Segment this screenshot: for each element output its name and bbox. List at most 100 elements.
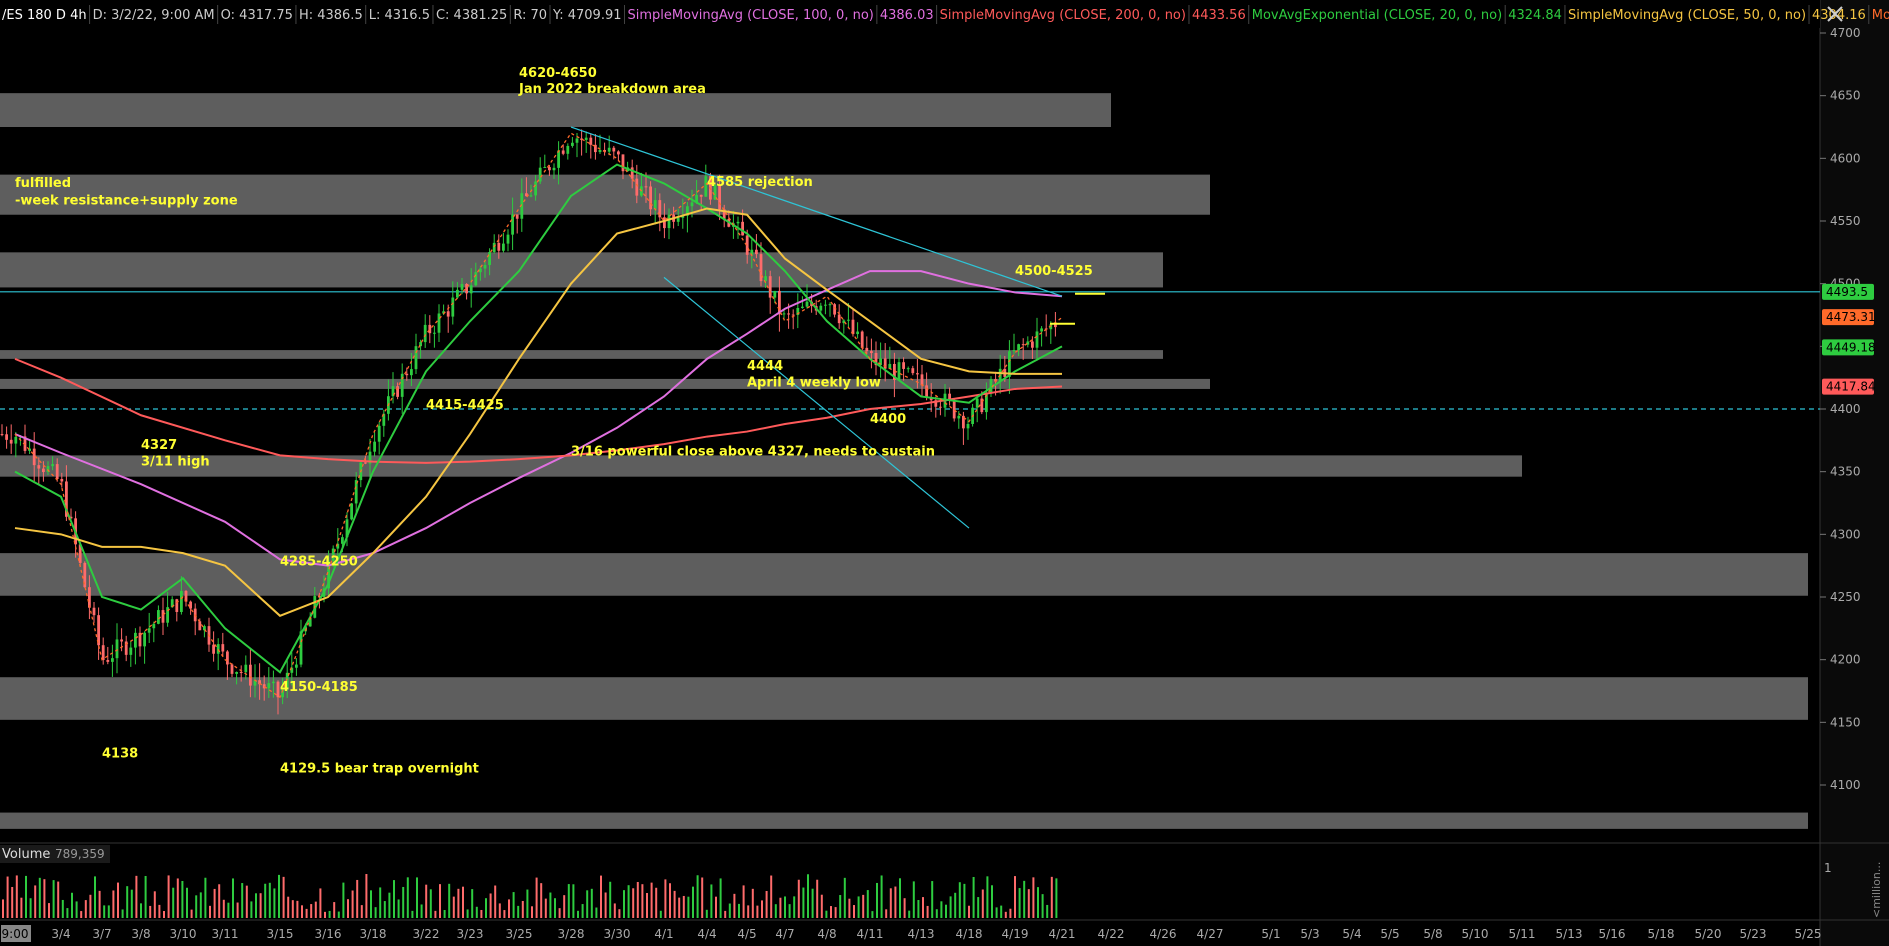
volume-bar xyxy=(222,899,225,918)
volume-bar xyxy=(526,889,529,918)
volume-bar xyxy=(1018,888,1021,918)
xtick-label-16: 4/5 xyxy=(737,927,756,941)
volume-bar xyxy=(140,903,142,918)
volume-bar xyxy=(558,908,561,918)
ytick-label-1: 4650 xyxy=(1830,89,1861,103)
volume-bar xyxy=(972,876,975,918)
volume-bar xyxy=(719,878,722,918)
volume-bar xyxy=(25,875,27,918)
volume-bar xyxy=(11,886,14,918)
close-label: C: 4381.25 xyxy=(436,8,507,23)
annotation-15: 4138 xyxy=(102,746,138,761)
xtick-label-26: 4/27 xyxy=(1197,927,1224,941)
volume-bar xyxy=(218,884,221,918)
volume-bar xyxy=(761,900,763,918)
volume-bar xyxy=(784,896,786,918)
volume-bar xyxy=(710,884,713,918)
ytick-label-2: 4600 xyxy=(1830,151,1861,165)
volume-bar xyxy=(370,890,372,918)
volume-bar xyxy=(517,905,520,918)
volume-bar xyxy=(590,888,593,918)
xtick-label-24: 4/22 xyxy=(1098,927,1125,941)
study-value-0: 4386.03 xyxy=(880,8,934,23)
study-value-1: 4433.56 xyxy=(1192,8,1246,23)
annotation-12: 3/16 powerful close above 4327, needs to… xyxy=(571,444,935,459)
volume-bar xyxy=(738,903,740,918)
volume-bar xyxy=(986,876,989,918)
volume-value: 789,359 xyxy=(55,847,105,861)
volume-bar xyxy=(641,884,644,918)
annotation-13: 4285-4250 xyxy=(280,555,358,570)
volume-bar xyxy=(20,897,23,918)
study-label-4: MovAvg... xyxy=(1872,8,1889,23)
price-badge-3: 4417.84 xyxy=(1822,378,1876,395)
volume-bar xyxy=(825,910,828,918)
volume-bar xyxy=(908,910,911,918)
volume-bar xyxy=(544,898,547,918)
volume-bar xyxy=(195,895,198,918)
volume-bar xyxy=(167,875,170,918)
volume-bar xyxy=(117,882,119,918)
ytick-label-11: 4150 xyxy=(1830,715,1861,729)
volume-bar xyxy=(149,905,152,918)
volume-bar xyxy=(682,895,685,918)
volume-bar xyxy=(751,888,754,918)
annotation-7: April 4 weekly low xyxy=(747,375,881,390)
volume-bar xyxy=(351,890,354,918)
volume-bar xyxy=(282,876,285,918)
volume-bar xyxy=(613,903,616,918)
volume-bar xyxy=(862,894,865,918)
xtick-label-39: 5/25 xyxy=(1795,927,1822,941)
xtick-label-19: 4/11 xyxy=(857,927,884,941)
volume-axis-tick: 1 xyxy=(1824,861,1832,875)
volume-label: Volume xyxy=(2,847,50,862)
volume-bar xyxy=(397,899,400,918)
volume-bar xyxy=(144,875,147,918)
volume-bar xyxy=(264,883,267,918)
volume-bar xyxy=(848,898,851,918)
volume-bar xyxy=(650,882,653,918)
zone-3 xyxy=(0,350,1163,359)
volume-bar xyxy=(498,903,501,918)
xtick-label-38: 5/23 xyxy=(1740,927,1767,941)
xtick-label-13: 3/30 xyxy=(604,927,631,941)
annotation-1: Jan 2022 breakdown area xyxy=(518,82,706,97)
volume-bar xyxy=(673,890,676,918)
volume-bar xyxy=(728,903,731,918)
volume-bar xyxy=(1000,905,1003,918)
volume-bar xyxy=(296,900,299,918)
volume-bar xyxy=(563,895,566,918)
xtick-label-8: 3/18 xyxy=(360,927,387,941)
xtick-label-1: 3/4 xyxy=(51,927,70,941)
volume-bar xyxy=(899,878,901,918)
volume-bar xyxy=(15,875,18,918)
xtick-label-18: 4/8 xyxy=(817,927,836,941)
volume-bar xyxy=(1037,887,1039,918)
volume-bar xyxy=(333,902,336,918)
annotation-10: 4327 xyxy=(141,438,177,453)
volume-bar xyxy=(6,876,9,918)
xtick-label-17: 4/7 xyxy=(775,927,794,941)
xtick-label-2: 3/7 xyxy=(92,927,111,941)
volume-bar xyxy=(314,901,317,918)
volume-bar xyxy=(521,900,524,918)
volume-bar xyxy=(903,898,906,918)
zone-8 xyxy=(0,812,1808,829)
volume-bar xyxy=(80,911,83,918)
volume-bar xyxy=(153,891,156,918)
volume-bar xyxy=(894,886,897,918)
xtick-label-4: 3/10 xyxy=(170,927,197,941)
volume-bar xyxy=(112,890,115,918)
volume-bar xyxy=(121,909,124,918)
volume-bar xyxy=(632,888,635,918)
open-label: O: 4317.75 xyxy=(221,8,293,23)
volume-bar xyxy=(793,896,796,918)
volume-bar xyxy=(577,910,579,918)
volume-bar xyxy=(866,890,869,918)
volume-bar xyxy=(38,877,41,918)
volume-bar xyxy=(360,905,363,918)
volume-bar xyxy=(287,896,290,918)
xtick-label-25: 4/26 xyxy=(1150,927,1177,941)
volume-bar xyxy=(305,908,308,918)
volume-bar xyxy=(61,899,64,918)
